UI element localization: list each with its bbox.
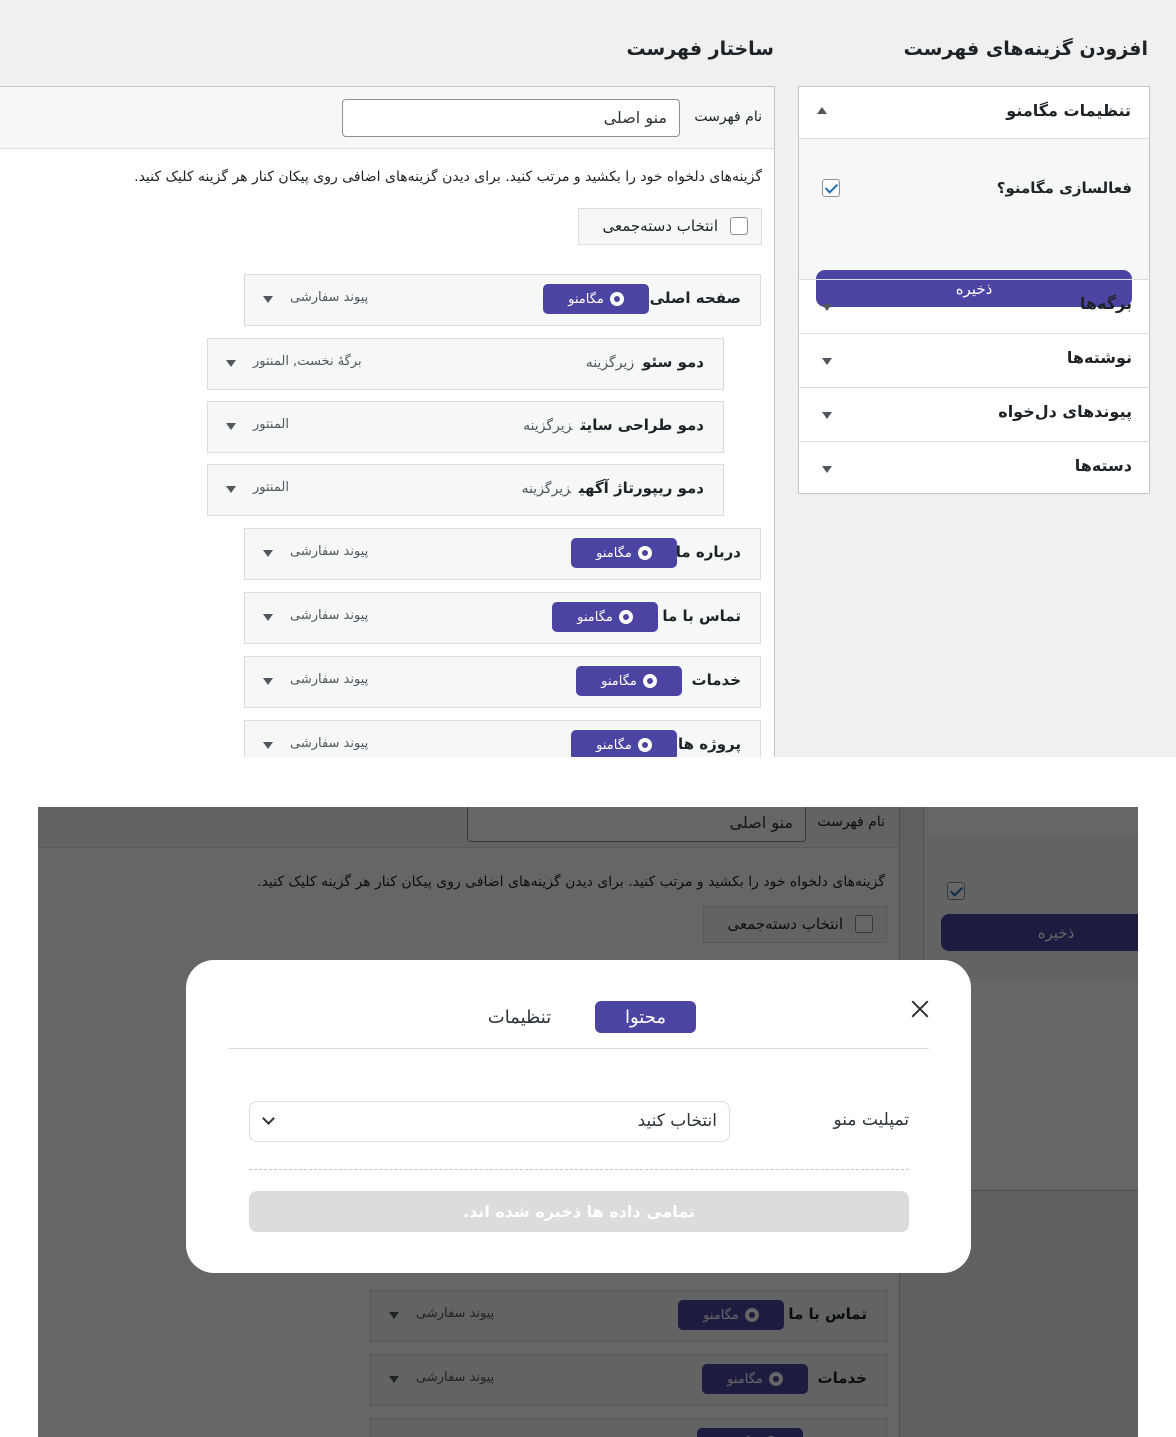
enable-megamenu-label: فعالسازی مگامنو؟ (996, 179, 1132, 197)
modal-screen: نام فهرست منو اصلی گزینه‌های دلخواه خود … (38, 807, 1138, 1437)
submenu-label: زیرگزینه (521, 481, 571, 497)
saved-status-button[interactable]: تمامی داده ها ذخیره شده اند. (249, 1191, 909, 1232)
submenu-label: زیرگزینه (523, 418, 573, 434)
menu-item-home[interactable]: صفحه اصلی مگامنو پیوند سفارشی (244, 274, 761, 326)
menu-item-services[interactable]: خدمات مگامنو پیوند سفارشی (244, 656, 761, 708)
expand-arrow-icon[interactable] (822, 466, 832, 473)
megamenu-settings-body: فعالسازی مگامنو؟ ذخیره (799, 139, 1149, 307)
gear-icon (637, 738, 652, 752)
megamenu-settings-header[interactable]: تنظیمات مگامنو (799, 87, 1149, 139)
menu-item-title-text: دمو طراحی سایت (580, 416, 704, 434)
accordion-posts[interactable]: نوشته‌ها (799, 333, 1150, 387)
menu-item-type: برگهٔ نخست, المنتور (253, 354, 362, 369)
item-toggle-arrow-icon[interactable] (263, 296, 273, 303)
tab-settings-label: تنظیمات (487, 1006, 552, 1028)
bulk-select-label: انتخاب دسته‌جمعی (602, 217, 718, 235)
add-items-panel: تنظیمات مگامنو فعالسازی مگامنو؟ ذخیره بر… (798, 86, 1150, 494)
accordion-posts-label: نوشته‌ها (1066, 348, 1132, 367)
megamenu-badge[interactable]: مگامنو (552, 602, 658, 632)
expand-arrow-icon[interactable] (822, 412, 832, 419)
accordion-custom-links-label: پیوندهای دل‌خواه (998, 402, 1132, 421)
menu-item-type: پیوند سفارشی (290, 290, 369, 305)
menu-item-title: دمو طراحی سایت زیرگزینه (523, 416, 704, 434)
tabs-divider (228, 1048, 929, 1049)
template-select-value: انتخاب کنید (637, 1111, 717, 1131)
expand-arrow-icon[interactable] (822, 358, 832, 365)
megamenu-badge[interactable]: مگامنو (543, 284, 649, 314)
menu-item-webdesign-demo[interactable]: دمو طراحی سایت زیرگزینه المنتور (207, 401, 724, 453)
megamenu-badge[interactable]: مگامنو (571, 730, 677, 757)
menu-name-input[interactable]: منو اصلی (342, 99, 680, 137)
menu-item-projects[interactable]: پروژه ها مگامنو پیوند سفارشی (244, 720, 761, 757)
menu-item-type: پیوند سفارشی (290, 608, 369, 623)
accordion-pages[interactable]: برگه‌ها (799, 279, 1150, 333)
megamenu-settings-title: تنظیمات مگامنو (1006, 101, 1131, 120)
item-toggle-arrow-icon[interactable] (226, 423, 236, 430)
menu-name-bar: نام فهرست منو اصلی (0, 87, 774, 149)
menu-item-type: پیوند سفارشی (290, 672, 369, 687)
accordion-pages-label: برگه‌ها (1079, 294, 1132, 313)
close-icon[interactable] (909, 998, 931, 1020)
saved-status-label: تمامی داده ها ذخیره شده اند. (462, 1202, 696, 1221)
menu-item-type: پیوند سفارشی (290, 544, 369, 559)
chevron-down-icon (262, 1112, 275, 1125)
menu-item-title: تماس با ما (662, 607, 741, 625)
collapse-arrow-icon[interactable] (817, 107, 827, 114)
badge-label: مگامنو (601, 673, 637, 689)
tab-content-label: محتوا (625, 1006, 666, 1028)
item-toggle-arrow-icon[interactable] (226, 486, 236, 493)
item-toggle-arrow-icon[interactable] (263, 742, 273, 749)
menu-item-contact[interactable]: تماس با ما مگامنو پیوند سفارشی (244, 592, 761, 644)
menu-structure-title: ساختار فهرست (626, 38, 774, 60)
item-toggle-arrow-icon[interactable] (263, 614, 273, 621)
bulk-select-box[interactable]: انتخاب دسته‌جمعی (578, 208, 762, 245)
badge-label: مگامنو (596, 545, 632, 561)
menu-item-type: المنتور (253, 480, 289, 495)
gear-icon (637, 546, 652, 560)
item-toggle-arrow-icon[interactable] (263, 550, 273, 557)
menu-item-title: صفحه اصلی (649, 289, 741, 307)
menu-item-title: درباره ما (675, 543, 741, 561)
menu-editor-screen: افزودن گزینه‌های فهرست ساختار فهرست تنظی… (0, 0, 1176, 757)
megamenu-badge[interactable]: مگامنو (576, 666, 682, 696)
bulk-select-checkbox[interactable] (730, 217, 748, 235)
item-toggle-arrow-icon[interactable] (226, 360, 236, 367)
template-label: تمپلیت منو (833, 1110, 909, 1130)
menu-item-title-text: دمو سئو (642, 353, 704, 371)
menu-name-value: منو اصلی (603, 108, 667, 127)
dashed-divider (249, 1169, 909, 1170)
tab-content[interactable]: محتوا (595, 1001, 696, 1033)
accordion-categories-label: دسته‌ها (1074, 456, 1132, 475)
badge-label: مگامنو (568, 291, 604, 307)
menu-item-about[interactable]: درباره ما مگامنو پیوند سفارشی (244, 528, 761, 580)
megamenu-modal: محتوا تنظیمات تمپلیت منو انتخاب کنید تما… (186, 960, 971, 1273)
expand-arrow-icon[interactable] (822, 304, 832, 311)
menu-item-type: پیوند سفارشی (290, 736, 369, 751)
menu-item-title: دمو ریپورتاژ آگهی زیرگزینه (522, 479, 704, 497)
tab-settings[interactable]: تنظیمات (469, 1001, 570, 1033)
badge-label: مگامنو (577, 609, 613, 625)
gear-icon (642, 674, 657, 688)
add-menu-items-title: افزودن گزینه‌های فهرست (903, 38, 1148, 60)
menu-item-title: خدمات (691, 671, 741, 689)
gear-icon (609, 292, 624, 306)
item-toggle-arrow-icon[interactable] (263, 678, 273, 685)
enable-megamenu-checkbox[interactable] (822, 179, 840, 197)
submenu-label: زیرگزینه (585, 355, 635, 371)
instructions-text: گزینه‌های دلخواه خود را بکشید و مرتب کنی… (134, 169, 762, 185)
gear-icon (618, 610, 633, 624)
template-select[interactable]: انتخاب کنید (249, 1101, 730, 1142)
menu-item-title-text: دمو ریپورتاژ آگهی (578, 479, 704, 497)
menu-item-seo-demo[interactable]: دمو سئو زیرگزینه برگهٔ نخست, المنتور (207, 338, 724, 390)
megamenu-badge[interactable]: مگامنو (571, 538, 677, 568)
menu-item-type: المنتور (253, 417, 289, 432)
accordion-custom-links[interactable]: پیوندهای دل‌خواه (799, 387, 1150, 441)
menu-item-reportage-demo[interactable]: دمو ریپورتاژ آگهی زیرگزینه المنتور (207, 464, 724, 516)
menu-item-title: پروژه ها (677, 735, 741, 753)
badge-label: مگامنو (596, 737, 632, 753)
accordion-categories[interactable]: دسته‌ها (799, 441, 1150, 495)
menu-name-label: نام فهرست (694, 109, 762, 125)
menu-item-title: دمو سئو زیرگزینه (586, 353, 704, 371)
